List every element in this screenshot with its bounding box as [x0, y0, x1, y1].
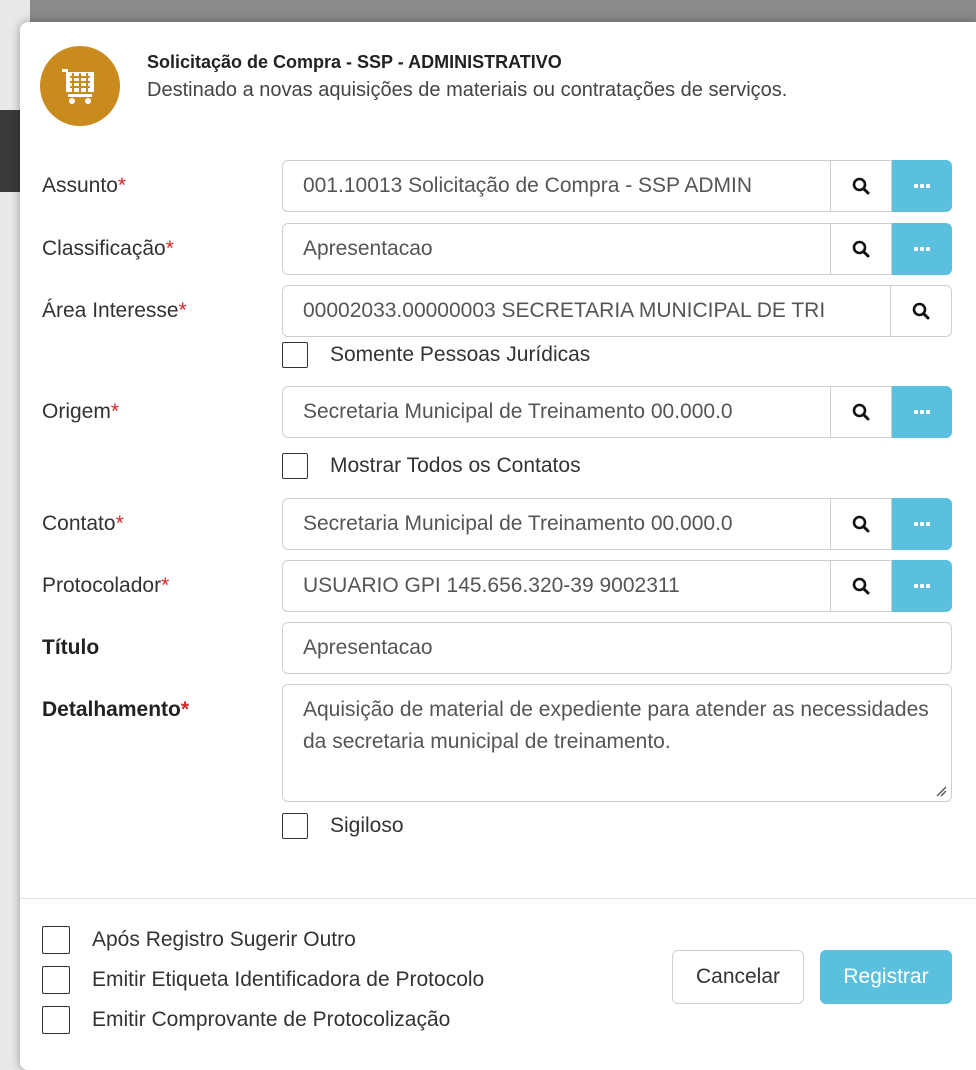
- assunto-field[interactable]: 001.10013 Solicitação de Compra - SSP AD…: [282, 160, 831, 212]
- origem-row: Origem* Secretaria Municipal de Treiname…: [20, 386, 976, 440]
- titulo-label: Título: [42, 636, 100, 659]
- search-icon: [852, 515, 870, 533]
- mostrar-contatos-checkbox[interactable]: [282, 453, 308, 479]
- titulo-field[interactable]: Apresentacao: [282, 622, 952, 674]
- search-icon: [852, 177, 870, 195]
- ellipsis-icon: [914, 247, 930, 251]
- detalhamento-text: Aquisição de material de expediente para…: [303, 698, 929, 753]
- titulo-row: Título Apresentacao: [20, 622, 976, 676]
- protocolador-search-button[interactable]: [830, 560, 892, 612]
- detalhamento-label: Detalhamento*: [42, 698, 190, 721]
- area-interesse-field[interactable]: 00002033.00000003 SECRETARIA MUNICIPAL D…: [282, 285, 891, 337]
- classificacao-row: Classificação* Apresentacao: [20, 223, 976, 277]
- emitir-comprovante-checkbox[interactable]: [42, 1006, 70, 1034]
- classificacao-field[interactable]: Apresentacao: [282, 223, 831, 275]
- mostrar-contatos-label: Mostrar Todos os Contatos: [330, 454, 581, 477]
- area-interesse-row: Área Interesse* 00002033.00000003 SECRET…: [20, 285, 976, 339]
- contato-field[interactable]: Secretaria Municipal de Treinamento 00.0…: [282, 498, 831, 550]
- assunto-more-button[interactable]: [892, 160, 952, 212]
- emitir-etiqueta-label: Emitir Etiqueta Identificadora de Protoc…: [92, 968, 485, 991]
- origem-search-button[interactable]: [830, 386, 892, 438]
- emitir-comprovante-label: Emitir Comprovante de Protocolização: [92, 1008, 451, 1031]
- somente-pj-option[interactable]: Somente Pessoas Jurídicas: [282, 340, 590, 370]
- emitir-etiqueta-checkbox[interactable]: [42, 966, 70, 994]
- classificacao-search-button[interactable]: [830, 223, 892, 275]
- classificacao-more-button[interactable]: [892, 223, 952, 275]
- sigiloso-option[interactable]: Sigiloso: [282, 811, 404, 841]
- modal-description: Destinado a novas aquisições de materiai…: [147, 79, 788, 101]
- sugerir-outro-option[interactable]: Após Registro Sugerir Outro: [42, 926, 356, 954]
- mostrar-contatos-option[interactable]: Mostrar Todos os Contatos: [282, 451, 581, 481]
- contato-label: Contato*: [42, 512, 124, 535]
- somente-pj-checkbox[interactable]: [282, 342, 308, 368]
- ellipsis-icon: [914, 584, 930, 588]
- somente-pj-label: Somente Pessoas Jurídicas: [330, 343, 591, 366]
- assunto-row: Assunto* 001.10013 Solicitação de Compra…: [20, 160, 976, 214]
- protocolador-row: Protocolador* USUARIO GPI 145.656.320-39…: [20, 560, 976, 614]
- assunto-label: Assunto*: [42, 174, 127, 197]
- protocolador-more-button[interactable]: [892, 560, 952, 612]
- assunto-search-button[interactable]: [830, 160, 892, 212]
- ellipsis-icon: [914, 522, 930, 526]
- register-button[interactable]: Registrar: [820, 950, 952, 1004]
- emitir-etiqueta-option[interactable]: Emitir Etiqueta Identificadora de Protoc…: [42, 966, 484, 994]
- ellipsis-icon: [914, 184, 930, 188]
- footer-divider: [20, 898, 976, 899]
- protocolador-label: Protocolador*: [42, 574, 170, 597]
- ellipsis-icon: [914, 410, 930, 414]
- detalhamento-row: Detalhamento* Aquisição de material de e…: [20, 684, 976, 804]
- sugerir-outro-checkbox[interactable]: [42, 926, 70, 954]
- protocolador-field[interactable]: USUARIO GPI 145.656.320-39 9002311: [282, 560, 831, 612]
- contato-more-button[interactable]: [892, 498, 952, 550]
- search-icon: [912, 302, 930, 320]
- classificacao-label: Classificação*: [42, 237, 174, 260]
- search-icon: [852, 403, 870, 421]
- emitir-comprovante-option[interactable]: Emitir Comprovante de Protocolização: [42, 1006, 450, 1034]
- shopping-cart-icon: [40, 46, 120, 126]
- resize-handle-icon[interactable]: [935, 785, 947, 797]
- area-interesse-label: Área Interesse*: [42, 299, 187, 322]
- contato-search-button[interactable]: [830, 498, 892, 550]
- modal-title: Solicitação de Compra - SSP - ADMINISTRA…: [147, 52, 562, 72]
- area-interesse-search-button[interactable]: [890, 285, 952, 337]
- cancel-button[interactable]: Cancelar: [672, 950, 804, 1004]
- sigiloso-label: Sigiloso: [330, 814, 404, 837]
- modal-dialog: Solicitação de Compra - SSP - ADMINISTRA…: [20, 22, 976, 1070]
- modal-header: Solicitação de Compra - SSP - ADMINISTRA…: [40, 46, 956, 126]
- detalhamento-textarea[interactable]: Aquisição de material de expediente para…: [282, 684, 952, 802]
- sugerir-outro-label: Após Registro Sugerir Outro: [92, 928, 356, 951]
- sigiloso-checkbox[interactable]: [282, 813, 308, 839]
- search-icon: [852, 577, 870, 595]
- search-icon: [852, 240, 870, 258]
- origem-label: Origem*: [42, 400, 120, 423]
- origem-field[interactable]: Secretaria Municipal de Treinamento 00.0…: [282, 386, 831, 438]
- origem-more-button[interactable]: [892, 386, 952, 438]
- contato-row: Contato* Secretaria Municipal de Treinam…: [20, 498, 976, 552]
